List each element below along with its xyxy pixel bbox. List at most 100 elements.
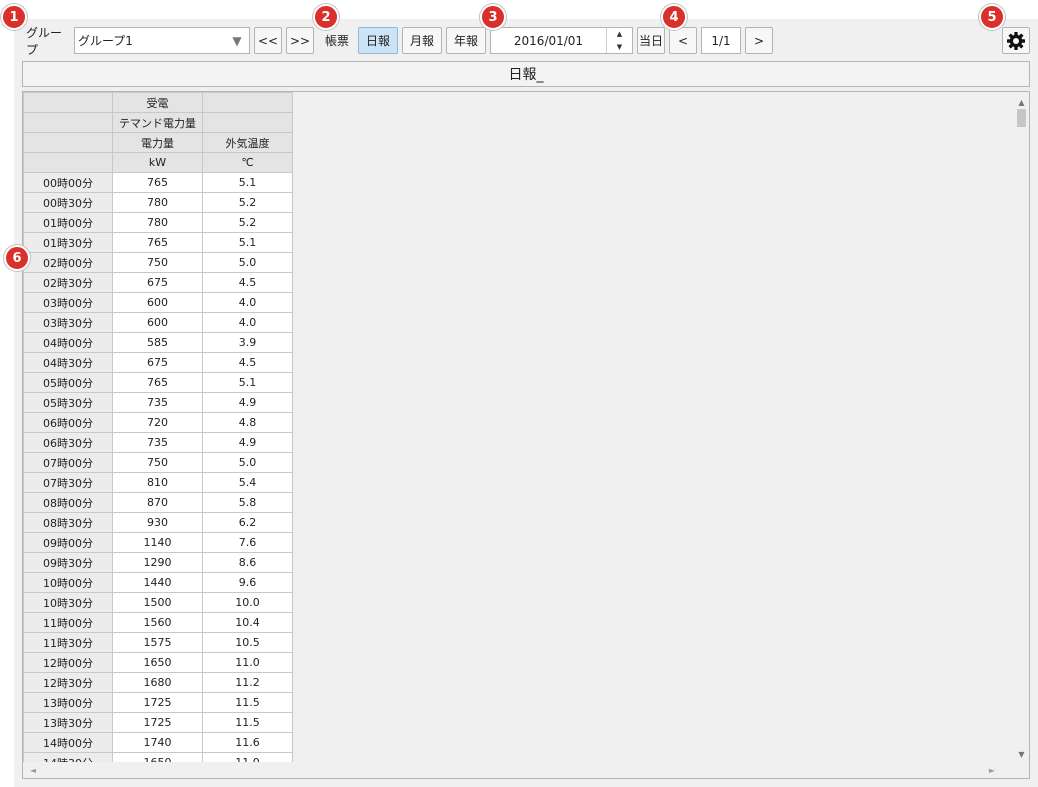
- spin-down-icon[interactable]: ▼: [607, 41, 632, 54]
- group-select[interactable]: グループ1 ▼: [74, 27, 250, 54]
- power-cell[interactable]: 1500: [112, 592, 203, 613]
- next-group-button[interactable]: >>: [286, 27, 314, 54]
- power-cell[interactable]: 1650: [112, 652, 203, 673]
- time-cell[interactable]: 00時30分: [23, 192, 113, 213]
- table-row[interactable]: 09時30分 1290 8.6: [23, 552, 293, 573]
- time-cell[interactable]: 10時00分: [23, 572, 113, 593]
- power-cell[interactable]: 720: [112, 412, 203, 433]
- time-cell[interactable]: 01時00分: [23, 212, 113, 233]
- time-cell[interactable]: 09時00分: [23, 532, 113, 553]
- temperature-cell[interactable]: 11.5: [202, 712, 293, 733]
- today-button[interactable]: 当日: [637, 27, 665, 54]
- power-cell[interactable]: 1440: [112, 572, 203, 593]
- power-cell[interactable]: 765: [112, 372, 203, 393]
- prev-group-button[interactable]: <<: [254, 27, 282, 54]
- table-row[interactable]: 00時00分 765 5.1: [23, 172, 293, 193]
- monthly-report-button[interactable]: 月報: [402, 27, 442, 54]
- time-cell[interactable]: 05時00分: [23, 372, 113, 393]
- temperature-cell[interactable]: 11.2: [202, 672, 293, 693]
- table-row[interactable]: 02時00分 750 5.0: [23, 252, 293, 273]
- power-cell[interactable]: 585: [112, 332, 203, 353]
- table-row[interactable]: 00時30分 780 5.2: [23, 192, 293, 213]
- temperature-cell[interactable]: 4.8: [202, 412, 293, 433]
- temperature-cell[interactable]: 5.4: [202, 472, 293, 493]
- time-cell[interactable]: 02時30分: [23, 272, 113, 293]
- time-cell[interactable]: 08時00分: [23, 492, 113, 513]
- temperature-cell[interactable]: 3.9: [202, 332, 293, 353]
- chevron-down-icon[interactable]: ▼: [225, 28, 249, 53]
- power-cell[interactable]: 1725: [112, 692, 203, 713]
- time-cell[interactable]: 12時00分: [23, 652, 113, 673]
- time-cell[interactable]: 10時30分: [23, 592, 113, 613]
- power-cell[interactable]: 600: [112, 312, 203, 333]
- power-cell[interactable]: 1560: [112, 612, 203, 633]
- horizontal-scrollbar[interactable]: ◄ ►: [23, 762, 1014, 778]
- table-row[interactable]: 07時30分 810 5.4: [23, 472, 293, 493]
- temperature-cell[interactable]: 5.0: [202, 252, 293, 273]
- yearly-report-button[interactable]: 年報: [446, 27, 486, 54]
- table-row[interactable]: 08時30分 930 6.2: [23, 512, 293, 533]
- time-cell[interactable]: 13時30分: [23, 712, 113, 733]
- temperature-cell[interactable]: 4.0: [202, 312, 293, 333]
- temperature-cell[interactable]: 7.6: [202, 532, 293, 553]
- temperature-cell[interactable]: 4.5: [202, 352, 293, 373]
- table-row[interactable]: 02時30分 675 4.5: [23, 272, 293, 293]
- table-row[interactable]: 04時30分 675 4.5: [23, 352, 293, 373]
- table-row[interactable]: 05時00分 765 5.1: [23, 372, 293, 393]
- table-row[interactable]: 11時30分 1575 10.5: [23, 632, 293, 653]
- temperature-cell[interactable]: 5.1: [202, 172, 293, 193]
- table-row[interactable]: 03時30分 600 4.0: [23, 312, 293, 333]
- temperature-cell[interactable]: 5.1: [202, 232, 293, 253]
- table-row[interactable]: 01時30分 765 5.1: [23, 232, 293, 253]
- date-value[interactable]: 2016/01/01: [491, 34, 606, 48]
- table-row[interactable]: 06時00分 720 4.8: [23, 412, 293, 433]
- temperature-cell[interactable]: 5.0: [202, 452, 293, 473]
- temperature-cell[interactable]: 11.6: [202, 732, 293, 753]
- table-row[interactable]: 04時00分 585 3.9: [23, 332, 293, 353]
- temperature-cell[interactable]: 4.9: [202, 432, 293, 453]
- table-row[interactable]: 14時00分 1740 11.6: [23, 732, 293, 753]
- power-cell[interactable]: 1680: [112, 672, 203, 693]
- power-cell[interactable]: 810: [112, 472, 203, 493]
- time-cell[interactable]: 14時30分: [23, 752, 113, 762]
- time-cell[interactable]: 06時30分: [23, 432, 113, 453]
- vertical-scrollbar[interactable]: ▲ ▼: [1014, 92, 1029, 762]
- time-cell[interactable]: 14時00分: [23, 732, 113, 753]
- daily-report-button[interactable]: 日報: [358, 27, 398, 54]
- table-row[interactable]: 11時00分 1560 10.4: [23, 612, 293, 633]
- power-cell[interactable]: 735: [112, 432, 203, 453]
- temperature-cell[interactable]: 5.8: [202, 492, 293, 513]
- power-cell[interactable]: 765: [112, 172, 203, 193]
- temperature-cell[interactable]: 9.6: [202, 572, 293, 593]
- time-cell[interactable]: 13時00分: [23, 692, 113, 713]
- table-row[interactable]: 10時00分 1440 9.6: [23, 572, 293, 593]
- next-page-button[interactable]: >: [745, 27, 773, 54]
- table-row[interactable]: 13時00分 1725 11.5: [23, 692, 293, 713]
- scroll-thumb[interactable]: [1017, 109, 1026, 127]
- table-row[interactable]: 12時00分 1650 11.0: [23, 652, 293, 673]
- power-cell[interactable]: 765: [112, 232, 203, 253]
- time-cell[interactable]: 07時00分: [23, 452, 113, 473]
- temperature-cell[interactable]: 11.0: [202, 652, 293, 673]
- temperature-cell[interactable]: 10.5: [202, 632, 293, 653]
- time-cell[interactable]: 04時30分: [23, 352, 113, 373]
- power-cell[interactable]: 750: [112, 452, 203, 473]
- date-picker[interactable]: 2016/01/01 ▲ ▼: [490, 27, 633, 54]
- time-cell[interactable]: 01時30分: [23, 232, 113, 253]
- time-cell[interactable]: 05時30分: [23, 392, 113, 413]
- temperature-cell[interactable]: 4.5: [202, 272, 293, 293]
- scroll-left-icon[interactable]: ◄: [25, 762, 41, 778]
- table-row[interactable]: 03時00分 600 4.0: [23, 292, 293, 313]
- power-cell[interactable]: 870: [112, 492, 203, 513]
- temperature-cell[interactable]: 11.0: [202, 752, 293, 762]
- time-cell[interactable]: 11時00分: [23, 612, 113, 633]
- scroll-right-icon[interactable]: ►: [984, 762, 1000, 778]
- time-cell[interactable]: 04時00分: [23, 332, 113, 353]
- table-row[interactable]: 01時00分 780 5.2: [23, 212, 293, 233]
- table-row[interactable]: 14時30分165011.0: [23, 752, 293, 762]
- scroll-down-icon[interactable]: ▼: [1014, 746, 1029, 762]
- power-cell[interactable]: 1725: [112, 712, 203, 733]
- time-cell[interactable]: 11時30分: [23, 632, 113, 653]
- prev-page-button[interactable]: <: [669, 27, 697, 54]
- time-cell[interactable]: 08時30分: [23, 512, 113, 533]
